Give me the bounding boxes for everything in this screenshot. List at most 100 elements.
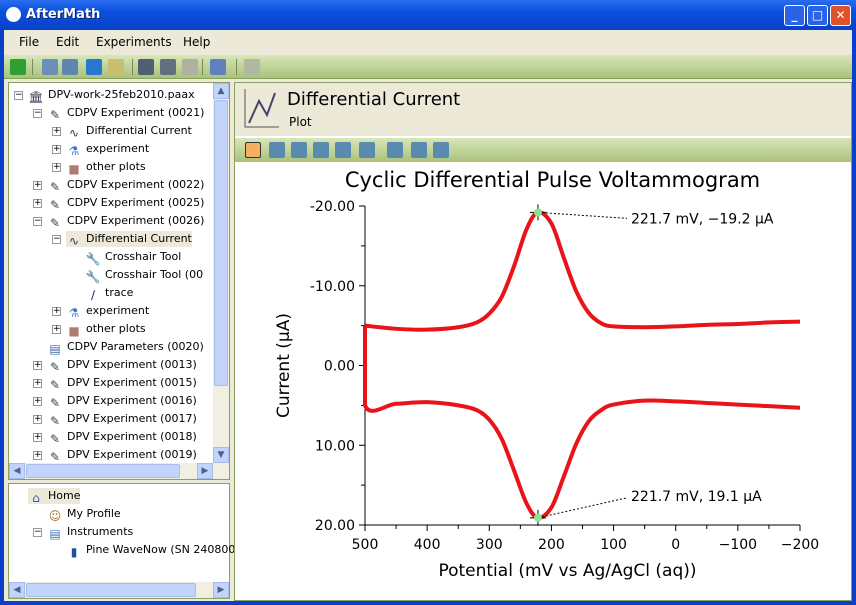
expand-toggle[interactable]: + [52, 163, 61, 172]
tree-item[interactable]: ▮ Pine WaveNow (SN 2408001) [66, 542, 247, 559]
tree-item[interactable]: ∿ Differential Current [66, 123, 192, 140]
tree-horizontal-scrollbar[interactable]: ◀ ▶ [9, 463, 229, 479]
menu-file[interactable]: File [19, 35, 39, 49]
x-tick-label: 300 [476, 537, 503, 553]
forward-scan-trace[interactable] [364, 210, 801, 332]
tree-item[interactable]: ✎ CDPV Experiment (0021) [47, 105, 204, 122]
tree-item[interactable]: ✎ DPV Experiment (0019) [47, 447, 197, 464]
expand-toggle[interactable]: + [52, 325, 61, 334]
tree-item[interactable]: 🔧 Crosshair Tool (00 [85, 267, 204, 284]
maximize-button[interactable]: □ [807, 5, 828, 26]
tree-item-label: Differential Current [86, 124, 192, 137]
tree-item[interactable]: ⚗ experiment [66, 141, 150, 158]
tree-item-label: DPV-work-25feb2010.paax [48, 88, 195, 101]
scroll-thumb[interactable] [214, 100, 228, 386]
tree-item[interactable]: 🏛 DPV-work-25feb2010.paax [28, 87, 195, 104]
scroll-right-button[interactable]: ▶ [213, 582, 229, 598]
tree-item[interactable]: ✎ CDPV Experiment (0022) [47, 177, 204, 194]
save-icon[interactable] [86, 59, 102, 75]
collapse-toggle[interactable]: − [52, 235, 61, 244]
expand-toggle[interactable]: + [33, 451, 42, 460]
scroll-down-button[interactable]: ▼ [213, 447, 229, 463]
tree-item[interactable]: ■ other plots [66, 321, 145, 338]
tree-item[interactable]: ✎ CDPV Experiment (0025) [47, 195, 204, 212]
cut-icon[interactable] [138, 59, 154, 75]
select-point-icon[interactable] [269, 142, 285, 158]
profile-icon: ☺ [48, 509, 62, 523]
menu-edit[interactable]: Edit [56, 35, 79, 49]
scroll-thumb[interactable] [26, 583, 196, 597]
scroll-left-button[interactable]: ◀ [9, 463, 25, 479]
new-archive-icon[interactable] [42, 59, 58, 75]
expand-toggle[interactable]: + [33, 199, 42, 208]
toolbar-separator [32, 59, 33, 75]
disabled-icon[interactable] [244, 59, 260, 75]
open-archive-icon[interactable] [62, 59, 78, 75]
collapse-toggle[interactable]: − [33, 109, 42, 118]
expand-toggle[interactable]: + [33, 181, 42, 190]
experiment-icon: ✎ [49, 450, 61, 464]
menu-help[interactable]: Help [183, 35, 210, 49]
print-icon[interactable] [411, 142, 427, 158]
home-horizontal-scrollbar[interactable]: ◀ ▶ [9, 582, 229, 598]
tree-item[interactable]: ✎ DPV Experiment (0013) [47, 357, 197, 374]
collapse-toggle[interactable]: − [14, 91, 23, 100]
tree-vertical-scrollbar[interactable]: ▲ ▼ [213, 83, 229, 463]
scroll-left-button[interactable]: ◀ [9, 582, 25, 598]
tree-item[interactable]: ⚗ experiment [66, 303, 150, 320]
title-bar: AfterMath _ □ ✕ [0, 0, 856, 30]
flask-icon: ⚗ [68, 144, 80, 158]
voltammogram-chart[interactable]: Cyclic Differential Pulse Voltammogram -2… [235, 163, 851, 601]
tree-item[interactable]: ✎ DPV Experiment (0018) [47, 429, 197, 446]
y-tick-label: 20.00 [315, 518, 355, 534]
copy-icon[interactable] [160, 59, 176, 75]
expand-toggle[interactable]: + [52, 127, 61, 136]
back-icon[interactable] [10, 59, 26, 75]
menu-experiments[interactable]: Experiments [96, 35, 172, 49]
close-button[interactable]: ✕ [830, 5, 851, 26]
tree-item[interactable]: ✎ CDPV Experiment (0026) [47, 213, 204, 230]
crosshair-marker[interactable] [533, 208, 542, 217]
tree-item-label: Pine WaveNow (SN 2408001) [86, 543, 247, 556]
expand-toggle[interactable]: + [52, 145, 61, 154]
tree-item[interactable]: ✎ DPV Experiment (0017) [47, 411, 197, 428]
expand-toggle[interactable]: + [33, 415, 42, 424]
select-trace-icon[interactable] [291, 142, 307, 158]
tree-item[interactable]: ∕ trace [85, 285, 133, 302]
tree-item[interactable]: ▤ Instruments [47, 524, 133, 541]
zoom-fit-icon[interactable] [387, 142, 403, 158]
crosshair-label: 221.7 mV, 19.1 µA [631, 489, 762, 505]
tree-item[interactable]: ▤ CDPV Parameters (0020) [47, 339, 204, 356]
expand-toggle[interactable]: + [52, 307, 61, 316]
collapse-toggle[interactable]: − [33, 217, 42, 226]
select-arrow-icon[interactable] [245, 142, 261, 158]
expand-toggle[interactable]: + [33, 361, 42, 370]
plot-header: Differential Current Plot [235, 83, 851, 136]
collapse-toggle[interactable]: − [33, 528, 42, 537]
tools-dropdown-icon[interactable] [210, 59, 226, 75]
tree-item[interactable]: ■ other plots [66, 159, 145, 176]
zoom-in-icon[interactable] [313, 142, 329, 158]
print-icon[interactable] [108, 59, 124, 75]
tree-item[interactable]: ☺ My Profile [47, 506, 121, 523]
experiment-icon: ✎ [49, 198, 61, 212]
scroll-thumb[interactable] [26, 464, 180, 478]
x-tick-label: 100 [600, 537, 627, 553]
tree-item[interactable]: 🔧 Crosshair Tool [85, 249, 182, 266]
scroll-right-button[interactable]: ▶ [197, 463, 213, 479]
expand-toggle[interactable]: + [33, 379, 42, 388]
tree-item[interactable]: ✎ DPV Experiment (0015) [47, 375, 197, 392]
expand-toggle[interactable]: + [33, 397, 42, 406]
tree-item-label: Home [48, 489, 81, 502]
tree-item[interactable]: ∿ Differential Current [66, 231, 192, 248]
home-icon[interactable] [433, 142, 449, 158]
paste-icon[interactable] [182, 59, 198, 75]
expand-toggle[interactable]: + [33, 433, 42, 442]
scroll-up-button[interactable]: ▲ [213, 83, 229, 99]
minimize-button[interactable]: _ [784, 5, 805, 26]
zoom-out-icon[interactable] [335, 142, 351, 158]
tree-item[interactable]: ✎ DPV Experiment (0016) [47, 393, 197, 410]
tree-item[interactable]: ⌂ Home [28, 488, 81, 505]
pan-hand-icon[interactable] [359, 142, 375, 158]
crosshair-marker[interactable] [533, 513, 542, 522]
